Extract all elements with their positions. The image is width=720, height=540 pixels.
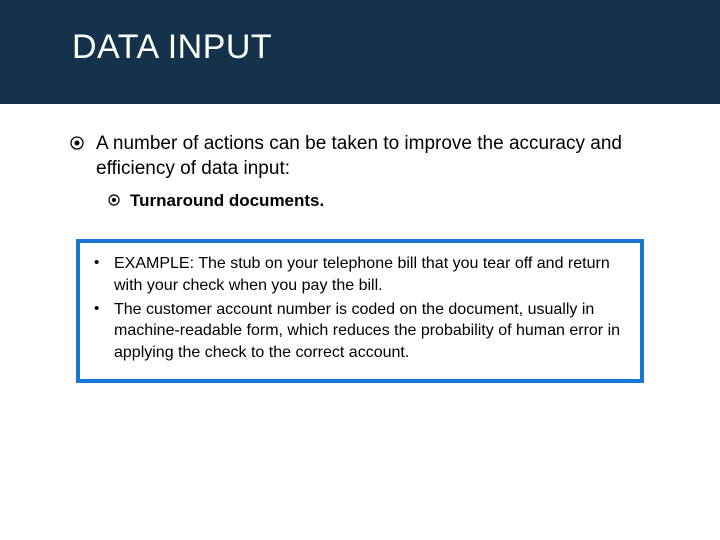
main-bullet-text: A number of actions can be taken to impr… xyxy=(96,132,670,181)
body-area: A number of actions can be taken to impr… xyxy=(0,104,720,383)
bullet-dot-icon: • xyxy=(94,253,114,273)
header-band: DATA INPUT xyxy=(0,0,720,104)
target-bullet-icon xyxy=(70,136,84,150)
page-title: DATA INPUT xyxy=(72,28,272,67)
list-item: • EXAMPLE: The stub on your telephone bi… xyxy=(94,253,626,296)
list-item: • The customer account number is coded o… xyxy=(94,299,626,364)
target-bullet-icon xyxy=(108,194,120,206)
bullet-dot-icon: • xyxy=(94,299,114,319)
main-bullet-row: A number of actions can be taken to impr… xyxy=(70,132,670,181)
sub-bullet-text: Turnaround documents. xyxy=(130,191,324,211)
example-text: EXAMPLE: The stub on your telephone bill… xyxy=(114,253,626,296)
example-text: The customer account number is coded on … xyxy=(114,299,626,364)
example-box: • EXAMPLE: The stub on your telephone bi… xyxy=(76,239,644,383)
sub-bullet-row: Turnaround documents. xyxy=(108,191,670,211)
